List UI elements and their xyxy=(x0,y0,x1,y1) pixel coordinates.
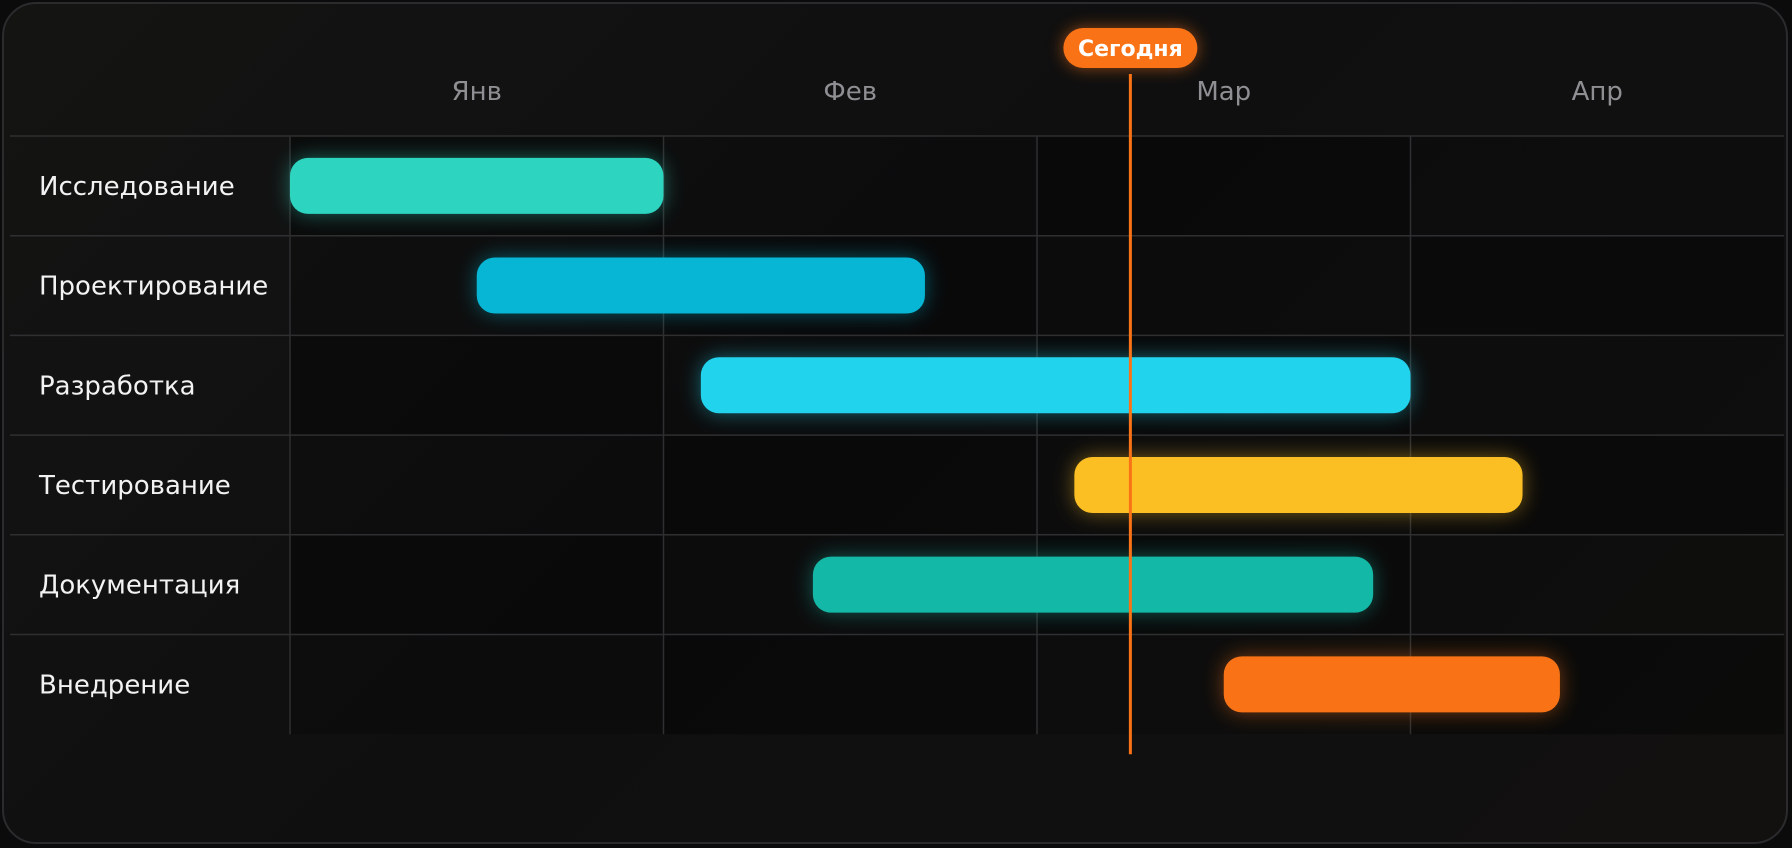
grid-cell xyxy=(663,634,1037,735)
grid-cell xyxy=(1410,534,1784,635)
task-bar[interactable] xyxy=(812,556,1374,613)
month-label: Фев xyxy=(823,77,877,107)
task-label: Разработка xyxy=(39,371,196,401)
grid-cell xyxy=(1410,335,1784,436)
task-label: Проектирование xyxy=(39,272,268,302)
grid-cell xyxy=(1037,235,1411,336)
task-label: Внедрение xyxy=(39,670,190,700)
task-bar[interactable] xyxy=(1074,456,1523,513)
grid-cell xyxy=(663,136,1037,236)
grid-cell xyxy=(1037,136,1411,236)
grid-cell xyxy=(1410,235,1784,336)
task-bar[interactable] xyxy=(476,257,925,314)
task-label: Документация xyxy=(39,571,240,601)
grid-cell xyxy=(290,435,664,535)
grid-cell xyxy=(290,335,664,436)
today-badge-label: Сегодня xyxy=(1078,37,1183,62)
grid-cell xyxy=(290,534,664,635)
gantt-chart-frame: Янв Фев Мар Апр Исследование Проектирование Ра… xyxy=(2,2,1788,844)
grid-cell xyxy=(290,634,664,735)
gantt-chart: Янв Фев Мар Апр Исследование Проектирование Ра… xyxy=(10,28,1784,755)
grid-cell xyxy=(1410,136,1784,236)
month-label: Мар xyxy=(1196,77,1251,107)
task-bar[interactable] xyxy=(1223,656,1560,713)
task-bar[interactable] xyxy=(290,157,664,214)
task-bar[interactable] xyxy=(700,357,1411,414)
task-label: Исследование xyxy=(39,172,235,202)
month-label: Апр xyxy=(1572,77,1623,107)
grid-cell xyxy=(663,435,1037,535)
month-label: Янв xyxy=(452,77,502,107)
task-label: Тестирование xyxy=(38,471,231,501)
